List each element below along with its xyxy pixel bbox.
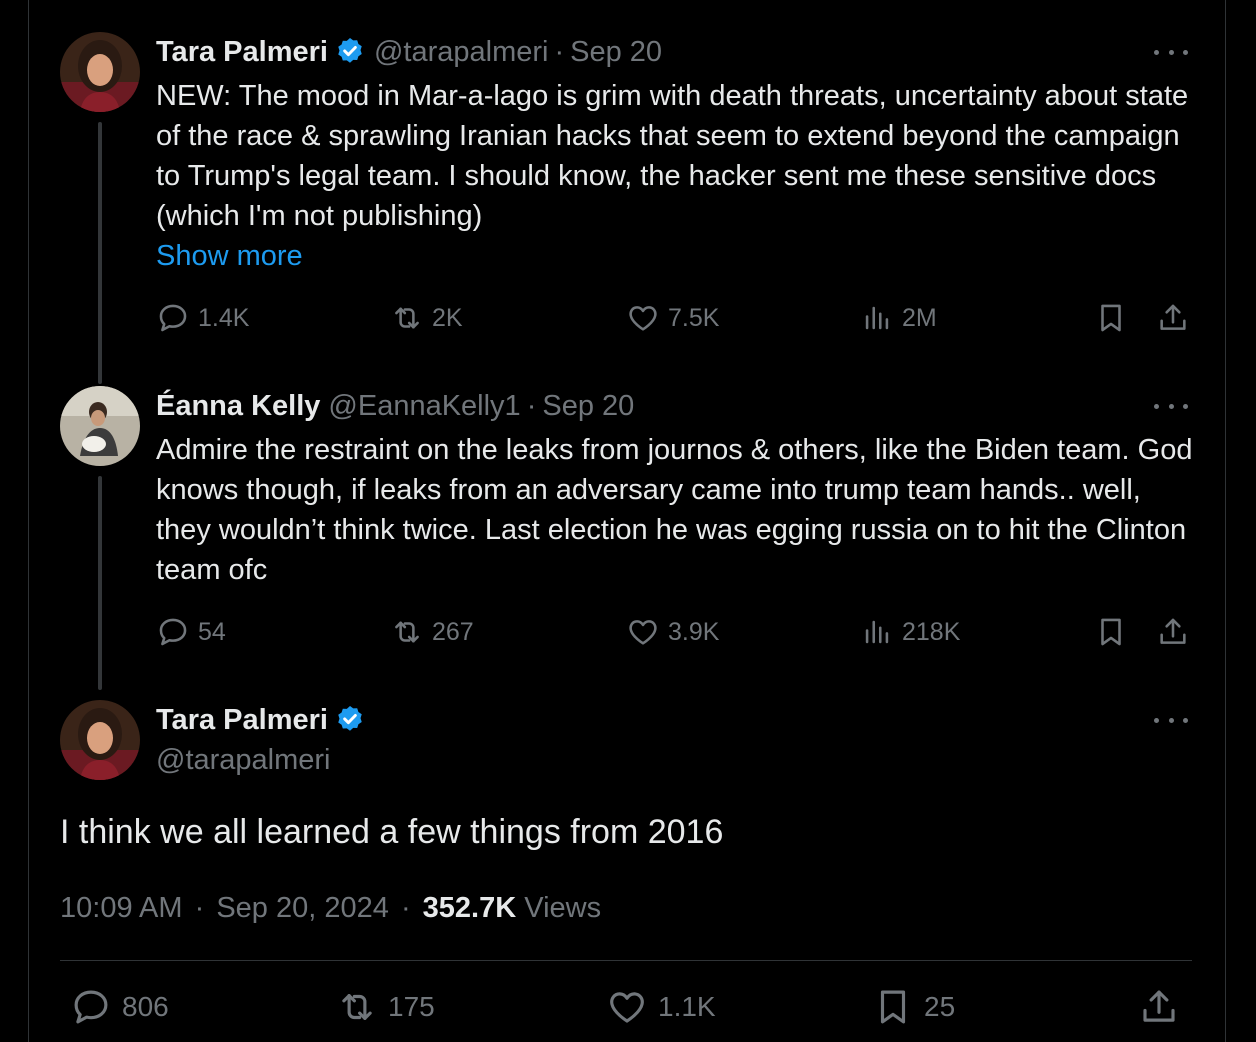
repost-button[interactable]: 2K xyxy=(390,301,463,335)
views-button[interactable]: 2M xyxy=(860,301,937,335)
like-count: 1.1K xyxy=(658,991,716,1022)
share-button[interactable] xyxy=(1156,301,1190,335)
reply-button[interactable]: 54 xyxy=(156,615,226,649)
like-count: 3.9K xyxy=(668,617,720,646)
bookmark-button[interactable]: 25 xyxy=(872,986,955,1028)
show-more-link[interactable]: Show more xyxy=(156,236,303,276)
tweet-actions: 1.4K 2K 7.5K 2M xyxy=(156,301,1192,341)
views-count: 218K xyxy=(902,617,961,646)
separator-dot: · xyxy=(400,892,411,924)
like-count: 7.5K xyxy=(668,303,720,332)
like-button[interactable]: 1.1K xyxy=(606,986,716,1028)
main-tweet-actions: 806 175 1.1K 25 xyxy=(60,986,1192,1032)
repost-icon xyxy=(390,615,424,649)
thread-connector xyxy=(98,476,102,690)
separator-dot: · xyxy=(554,36,565,68)
reply-button[interactable]: 1.4K xyxy=(156,301,249,335)
views-count: 2M xyxy=(902,303,937,332)
repost-button[interactable]: 267 xyxy=(390,615,474,649)
repost-button[interactable]: 175 xyxy=(336,986,435,1028)
repost-icon xyxy=(390,301,424,335)
verified-icon xyxy=(334,704,366,736)
share-icon xyxy=(1156,615,1190,649)
author-name[interactable]: Éanna Kelly xyxy=(156,389,320,423)
tweet-text: Admire the restraint on the leaks from j… xyxy=(156,434,1193,586)
reply-count: 806 xyxy=(122,991,169,1022)
share-icon xyxy=(1156,301,1190,335)
author-name[interactable]: Tara Palmeri xyxy=(156,35,328,69)
main-tweet-handle[interactable]: @tarapalmeri xyxy=(156,743,331,777)
bookmark-button[interactable] xyxy=(1094,301,1128,335)
separator-dot: · xyxy=(526,390,537,422)
bookmark-count: 25 xyxy=(924,991,956,1022)
reply-count: 1.4K xyxy=(198,303,250,332)
views-total: 352.7K xyxy=(422,892,517,924)
tweet-date[interactable]: Sep 20 xyxy=(542,389,634,423)
more-icon[interactable] xyxy=(1154,396,1188,416)
like-icon xyxy=(606,986,648,1028)
repost-icon xyxy=(336,986,378,1028)
tweet-header: Éanna Kelly @EannaKelly1 · Sep 20 xyxy=(156,389,634,423)
like-icon xyxy=(626,615,660,649)
tweet-text: NEW: The mood in Mar-a-lago is grim with… xyxy=(156,80,1189,232)
tweet-date[interactable]: Sep 20 xyxy=(570,35,662,69)
reply-icon xyxy=(156,615,190,649)
tweet-actions: 54 267 3.9K 218K xyxy=(156,615,1192,655)
bookmark-icon xyxy=(1094,301,1128,335)
bookmark-button[interactable] xyxy=(1094,615,1128,649)
views-icon xyxy=(860,301,894,335)
reply-button[interactable]: 806 xyxy=(70,986,169,1028)
bookmark-icon xyxy=(1094,615,1128,649)
repost-count: 175 xyxy=(388,991,435,1022)
tweet-time[interactable]: 10:09 AM xyxy=(60,892,183,924)
divider xyxy=(60,960,1192,961)
tweet-header: Tara Palmeri @tarapalmeri · Sep 20 xyxy=(156,35,662,69)
author-handle[interactable]: @EannaKelly1 xyxy=(328,389,520,423)
more-icon[interactable] xyxy=(1154,42,1188,62)
reply-icon xyxy=(156,301,190,335)
reply-icon xyxy=(70,986,112,1028)
more-icon[interactable] xyxy=(1154,710,1188,730)
like-button[interactable]: 7.5K xyxy=(626,301,719,335)
reply-count: 54 xyxy=(198,617,226,646)
bookmark-icon xyxy=(872,986,914,1028)
repost-count: 2K xyxy=(432,303,463,332)
tweet-full-date[interactable]: Sep 20, 2024 xyxy=(216,892,389,924)
main-tweet-text: I think we all learned a few things from… xyxy=(60,813,724,851)
avatar-eanna-kelly[interactable] xyxy=(60,386,140,466)
like-icon xyxy=(626,301,660,335)
avatar-tara-palmeri[interactable] xyxy=(60,700,140,780)
separator-dot: · xyxy=(194,892,205,924)
author-handle[interactable]: @tarapalmeri xyxy=(374,35,549,69)
main-tweet-author: Tara Palmeri xyxy=(156,703,366,737)
views-label: Views xyxy=(524,892,602,924)
tweet-meta: 10:09 AM · Sep 20, 2024 · 352.7K Views xyxy=(60,888,601,928)
repost-count: 267 xyxy=(432,617,474,646)
like-button[interactable]: 3.9K xyxy=(626,615,719,649)
views-icon xyxy=(860,615,894,649)
avatar-tara-palmeri[interactable] xyxy=(60,32,140,112)
author-name[interactable]: Tara Palmeri xyxy=(156,703,328,737)
views-button[interactable]: 218K xyxy=(860,615,960,649)
share-button[interactable] xyxy=(1156,615,1190,649)
verified-icon xyxy=(334,36,366,68)
author-handle[interactable]: @tarapalmeri xyxy=(156,743,331,777)
share-icon xyxy=(1138,986,1180,1028)
share-button[interactable] xyxy=(1138,986,1190,1028)
thread-connector xyxy=(98,122,102,384)
